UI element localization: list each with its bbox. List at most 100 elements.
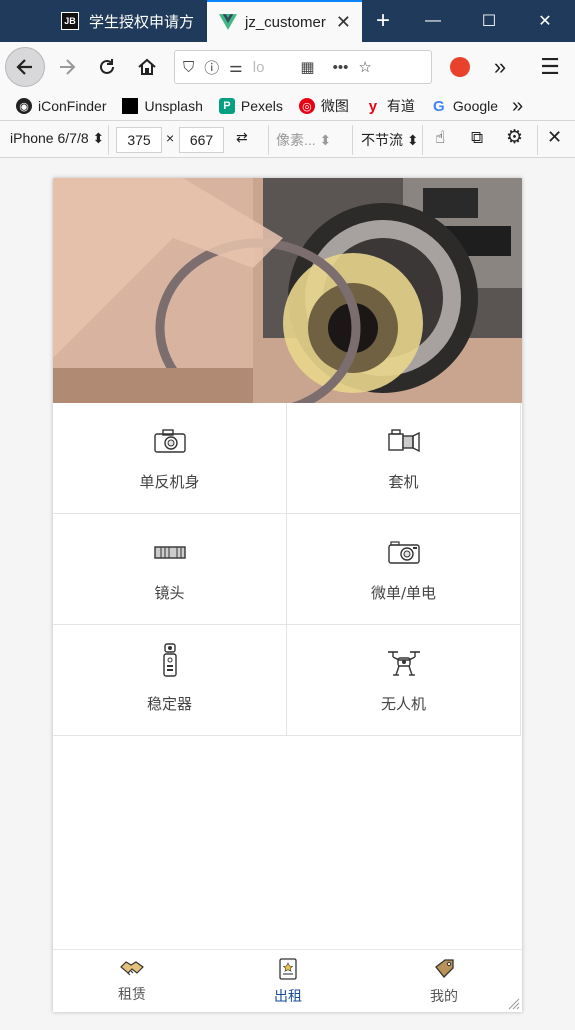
youdao-icon: y <box>368 97 378 115</box>
dpr-placeholder: 像素... <box>276 132 316 148</box>
bookmark-star-icon[interactable]: ☆ <box>358 58 371 76</box>
bookmark-label: Google <box>452 98 499 114</box>
screenshot-icon[interactable]: ⧉ <box>471 128 483 148</box>
tab-student-license[interactable]: JB 学生授权申请方 <box>49 0 207 42</box>
new-tab-button[interactable]: + <box>368 6 398 36</box>
bookmark-label: iConFinder <box>38 98 107 114</box>
hamburger-menu-icon: ☰ <box>540 54 560 79</box>
reload-icon <box>100 59 114 74</box>
dpr-selector[interactable]: 像素... ⬍ <box>276 130 331 150</box>
bookmark-label: Pexels <box>240 98 283 114</box>
bookmark-weitu[interactable]: ◎ 微图 <box>298 96 349 116</box>
tab-jz-customer[interactable]: jz_customer ✕ <box>207 0 362 42</box>
back-button[interactable] <box>5 47 45 87</box>
extension-button[interactable] <box>440 47 480 87</box>
rotate-icon[interactable]: ⇄ <box>236 129 248 146</box>
menu-button[interactable]: ☰ <box>530 47 570 87</box>
category-gimbal[interactable]: 稳定器 <box>53 625 287 736</box>
chevron-double-right-icon: » <box>493 54 507 79</box>
title-bar: JB 学生授权申请方 jz_customer ✕ + — ☐ ✕ <box>0 0 575 42</box>
gimbal-icon <box>153 643 187 677</box>
bookmark-google[interactable]: G Google <box>431 97 499 115</box>
more-actions-icon[interactable]: ••• <box>333 59 349 76</box>
info-icon[interactable]: ⓘ <box>204 57 219 78</box>
forward-arrow-icon <box>60 59 76 75</box>
category-dslr-body[interactable]: 单反机身 <box>53 403 287 514</box>
handshake-icon <box>120 961 144 976</box>
tab-label: jz_customer <box>245 13 326 31</box>
tab-mine[interactable]: 我的 <box>404 958 484 1006</box>
divider <box>268 125 269 155</box>
navigation-toolbar: ⛉ ⓘ ⚌ lo ▦ ••• ☆ » ☰ <box>0 42 575 92</box>
divider <box>352 125 353 155</box>
width-input[interactable]: 375 <box>116 127 162 153</box>
chevron-double-right-icon: » <box>512 94 524 117</box>
permissions-icon[interactable]: ⚌ <box>229 58 242 76</box>
category-label: 微单/单电 <box>370 584 437 602</box>
url-text[interactable]: lo <box>253 59 265 76</box>
bookmark-pexels[interactable]: P Pexels <box>218 98 283 114</box>
url-bar[interactable]: ⛉ ⓘ ⚌ lo ▦ ••• ☆ <box>174 50 432 84</box>
category-camera-kit[interactable]: 套机 <box>287 403 521 514</box>
bookmarks-overflow-button[interactable]: » <box>512 95 523 118</box>
responsive-design-toolbar: iPhone 6/7/8 ⬍ 375 × 667 ⇄ 像素... ⬍ 不节流 ⬍… <box>0 120 575 158</box>
throttle-selector[interactable]: 不节流 ⬍ <box>361 130 419 150</box>
overflow-button[interactable]: » <box>480 47 520 87</box>
tab-rent[interactable]: 租赁 <box>92 958 172 1004</box>
bookmark-youdao[interactable]: y 有道 <box>365 96 415 116</box>
home-icon <box>138 58 156 75</box>
document-icon <box>279 958 297 980</box>
updown-icon: ⬍ <box>92 130 105 146</box>
close-responsive-icon[interactable]: ✕ <box>547 127 562 148</box>
shield-icon[interactable]: ⛉ <box>183 59 194 76</box>
dimension-separator: × <box>166 130 175 146</box>
category-label: 镜头 <box>154 584 185 602</box>
drone-icon <box>387 649 421 677</box>
bookmark-label: 有道 <box>386 98 415 114</box>
bookmarks-toolbar: ◉ iConFinder Unsplash P Pexels ◎ 微图 y 有道… <box>0 92 575 120</box>
tab-label: 我的 <box>430 989 458 1005</box>
hero-banner-image <box>53 178 522 403</box>
google-icon: G <box>433 97 445 115</box>
maximize-button[interactable]: ☐ <box>461 0 517 42</box>
settings-gear-icon[interactable]: ⚙ <box>506 126 523 149</box>
category-label: 套机 <box>388 473 419 491</box>
category-mirrorless[interactable]: 微单/单电 <box>287 514 521 625</box>
tab-label: 出租 <box>274 989 302 1005</box>
forward-button[interactable] <box>47 47 87 87</box>
home-button[interactable] <box>127 47 167 87</box>
weitu-icon: ◎ <box>298 98 315 114</box>
category-label: 单反机身 <box>139 473 200 491</box>
category-label: 稳定器 <box>146 695 192 713</box>
category-drone[interactable]: 无人机 <box>287 625 521 736</box>
height-input[interactable]: 667 <box>179 127 224 153</box>
iconfinder-icon: ◉ <box>16 98 32 114</box>
minimize-button[interactable]: — <box>405 0 461 42</box>
bookmark-iconfinder[interactable]: ◉ iConFinder <box>16 98 106 114</box>
bookmark-unsplash[interactable]: Unsplash <box>122 98 203 114</box>
camera-kit-icon <box>387 427 421 455</box>
close-window-button[interactable]: ✕ <box>517 0 573 42</box>
device-selector[interactable]: iPhone 6/7/8 ⬍ <box>10 130 104 147</box>
vue-logo-icon <box>219 14 237 30</box>
back-arrow-icon <box>16 59 32 75</box>
mirrorless-camera-icon <box>387 538 421 566</box>
touch-simulation-icon[interactable]: ☝ <box>435 128 445 148</box>
throttle-value: 不节流 <box>361 132 403 148</box>
device-viewport: 单反机身 套机 镜头 微单/单电 稳定器 无人机 租赁 出租 我的 <box>53 178 522 1012</box>
device-name: iPhone 6/7/8 <box>10 130 89 146</box>
bookmark-label: 微图 <box>320 98 349 114</box>
divider <box>537 125 538 155</box>
close-tab-icon[interactable]: ✕ <box>336 12 351 33</box>
divider <box>422 125 423 155</box>
dslr-camera-icon <box>153 427 187 455</box>
category-lens[interactable]: 镜头 <box>53 514 287 625</box>
tab-lease-out[interactable]: 出租 <box>248 958 328 1006</box>
tag-icon <box>435 959 454 978</box>
qr-code-icon[interactable]: ▦ <box>300 58 314 76</box>
reload-button[interactable] <box>87 47 127 87</box>
camera-photo <box>53 178 522 403</box>
resize-handle-icon[interactable] <box>506 996 520 1010</box>
jetbrains-icon: JB <box>61 12 79 30</box>
extension-icon <box>450 57 470 77</box>
